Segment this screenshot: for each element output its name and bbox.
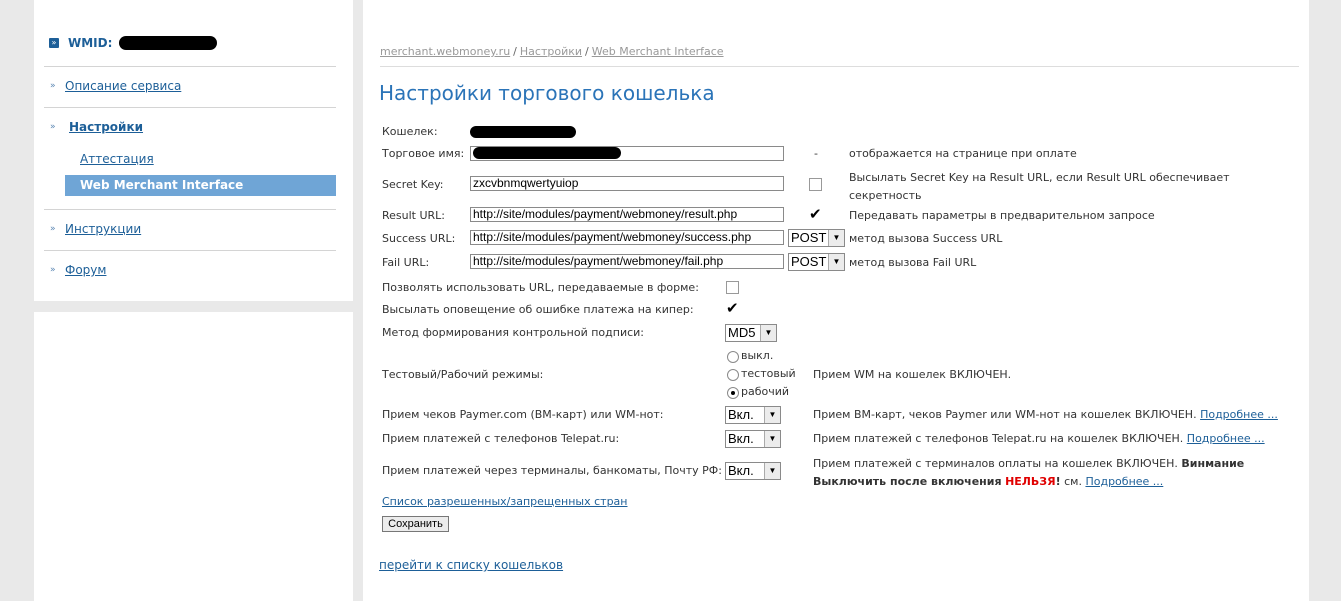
breadcrumb-settings[interactable]: Настройки [520, 45, 582, 58]
paymer-note: Прием ВМ-карт, чеков Paymer или WM-нот н… [813, 408, 1278, 421]
sidebar-item-label[interactable]: Настройки [69, 120, 143, 134]
page-title: Настройки торгового кошелька [379, 81, 715, 105]
sidebar-item-label[interactable]: Инструкции [65, 222, 141, 236]
result-url-input[interactable]: http://site/modules/payment/webmoney/res… [470, 207, 784, 222]
mode-option-off: выкл. [741, 349, 774, 362]
breadcrumb-wmi[interactable]: Web Merchant Interface [592, 45, 724, 58]
success-url-label: Success URL: [382, 232, 456, 245]
mode-note: Прием WM на кошелек ВКЛЮЧЕН. [813, 368, 1012, 381]
fail-url-input[interactable]: http://site/modules/payment/webmoney/fai… [470, 254, 784, 269]
mode-radio-work[interactable] [727, 387, 739, 399]
arrow-icon: » [49, 38, 59, 48]
paymer-select[interactable]: Вкл. ▼ [725, 406, 781, 424]
checkmark-icon[interactable]: ✔ [726, 301, 739, 316]
fail-method-note: метод вызова Fail URL [849, 256, 977, 269]
chevron-right-icon: » [50, 265, 56, 275]
secret-key-label: Secret Key: [382, 178, 444, 191]
result-url-label: Result URL: [382, 209, 446, 222]
redacted-trade-name [473, 147, 621, 159]
mode-radio-off[interactable] [727, 351, 739, 363]
mode-option-work: рабочий [741, 385, 790, 398]
terminals-select[interactable]: Вкл. ▼ [725, 462, 781, 480]
sidebar-item-label[interactable]: Описание сервиса [65, 79, 181, 93]
fail-method-value: POST [791, 254, 827, 269]
secret-key-input[interactable]: zxcvbnmqwertyuiop [470, 176, 784, 191]
terminals-note: Прием платежей с терминалов оплаты на ко… [813, 457, 1245, 488]
dropdown-arrow-icon[interactable]: ▼ [764, 407, 780, 423]
trade-name-label: Торговое имя: [382, 147, 465, 160]
sidebar-lower-panel [34, 312, 353, 601]
telepat-label: Прием платежей с телефонов Telepat.ru: [382, 432, 620, 445]
terminals-value: Вкл. [728, 463, 754, 478]
result-url-note: Передавать параметры в предварительном з… [849, 209, 1155, 222]
dropdown-arrow-icon[interactable]: ▼ [760, 325, 776, 341]
paymer-value: Вкл. [728, 407, 754, 422]
trade-name-dash: - [814, 147, 818, 160]
divider [44, 107, 336, 108]
success-url-input[interactable]: http://site/modules/payment/webmoney/suc… [470, 230, 784, 245]
notify-keeper-label: Высылать оповещение об ошибке платежа на… [382, 303, 694, 316]
dropdown-arrow-icon[interactable]: ▼ [764, 463, 780, 479]
wallet-label: Кошелек: [382, 125, 438, 138]
sign-method-select[interactable]: MD5 ▼ [725, 324, 777, 342]
paymer-label: Прием чеков Paymer.com (ВМ-карт) или WM-… [382, 408, 664, 421]
dropdown-arrow-icon[interactable]: ▼ [828, 230, 844, 246]
checkmark-icon[interactable]: ✔ [809, 207, 822, 222]
terminals-label: Прием платежей через терминалы, банкомат… [382, 464, 722, 477]
sidebar-item-description[interactable]: » Описание сервиса [50, 79, 181, 93]
sign-method-label: Метод формирования контрольной подписи: [382, 326, 644, 339]
mode-radio-test[interactable] [727, 369, 739, 381]
fail-url-label: Fail URL: [382, 256, 430, 269]
telepat-note: Прием платежей с телефонов Telepat.ru на… [813, 432, 1265, 445]
success-method-select[interactable]: POST ▼ [788, 229, 845, 247]
sidebar-subitem-wmi-active[interactable]: Web Merchant Interface [65, 175, 336, 196]
telepat-select[interactable]: Вкл. ▼ [725, 430, 781, 448]
mode-label: Тестовый/Рабочий режимы: [382, 368, 544, 381]
success-method-value: POST [791, 230, 827, 245]
dropdown-arrow-icon[interactable]: ▼ [764, 431, 780, 447]
warning-text: НЕЛЬЗЯ [1005, 475, 1056, 488]
main-content: merchant.webmoney.ru / Настройки / Web Merch… [363, 0, 1309, 601]
mode-option-test: тестовый [741, 367, 796, 380]
redacted-wallet [470, 126, 576, 138]
breadcrumb: merchant.webmoney.ru / Настройки / Web Merch… [380, 45, 724, 58]
trade-name-input[interactable] [470, 146, 784, 161]
sidebar-subitem-attestation[interactable]: Аттестация [80, 152, 154, 166]
dropdown-arrow-icon[interactable]: ▼ [828, 254, 844, 270]
countries-list-link[interactable]: Список разрешенных/запрещенных стран [382, 495, 628, 508]
secret-key-note: Высылать Secret Key на Result URL, если … [849, 171, 1230, 202]
chevron-right-icon: » [50, 224, 56, 234]
allow-urls-checkbox[interactable] [726, 281, 739, 294]
telepat-more-link[interactable]: Подробнее ... [1187, 432, 1265, 445]
divider [44, 209, 336, 210]
fail-method-select[interactable]: POST ▼ [788, 253, 845, 271]
wallets-list-link[interactable]: перейти к списку кошельков [379, 558, 563, 572]
wmid-block: » WMID: [49, 34, 218, 52]
save-button[interactable]: Сохранить [382, 516, 449, 532]
divider [44, 66, 336, 67]
sidebar-item-instructions[interactable]: » Инструкции [50, 222, 141, 236]
terminals-more-link[interactable]: Подробнее ... [1085, 475, 1163, 488]
sidebar-item-forum[interactable]: » Форум [50, 263, 106, 277]
sign-method-value: MD5 [728, 325, 756, 340]
success-method-note: метод вызова Success URL [849, 232, 1003, 245]
telepat-value: Вкл. [728, 431, 754, 446]
sidebar: » WMID: » Описание сервиса » Настройки А… [34, 0, 353, 301]
divider [44, 250, 336, 251]
breadcrumb-merchant[interactable]: merchant.webmoney.ru [380, 45, 510, 58]
sidebar-item-settings[interactable]: » Настройки [50, 120, 143, 134]
allow-urls-label: Позволять использовать URL, передаваемые… [382, 281, 699, 294]
trade-name-note: отображается на странице при оплате [849, 147, 1077, 160]
sidebar-item-label[interactable]: Форум [65, 263, 106, 277]
paymer-more-link[interactable]: Подробнее ... [1200, 408, 1278, 421]
divider [380, 66, 1299, 67]
chevron-right-icon: » [50, 81, 56, 91]
redacted-wmid [119, 36, 218, 50]
wmid-label: WMID: [68, 36, 113, 50]
chevron-right-icon: » [50, 122, 56, 132]
send-secret-key-checkbox[interactable] [809, 178, 822, 191]
